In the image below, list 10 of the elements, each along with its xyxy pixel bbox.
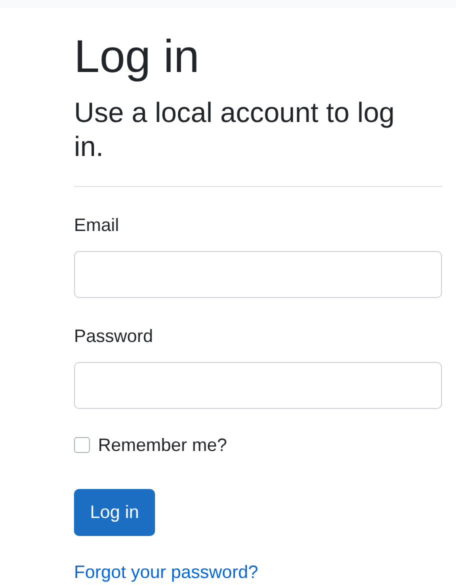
field-label: Email <box>74 214 120 237</box>
forgot-password-link[interactable]: Forgot your password? <box>74 562 258 582</box>
input-field[interactable] <box>74 362 442 409</box>
input-field[interactable] <box>74 251 442 298</box>
checkbox[interactable] <box>74 437 90 453</box>
page-subtitle: Use a local account to log in. <box>74 96 396 164</box>
login-button[interactable]: Log in <box>74 489 156 536</box>
field-label: Password <box>74 325 154 348</box>
checkbox-label: Remember me? <box>98 434 228 457</box>
page-title: Log in <box>74 29 200 84</box>
